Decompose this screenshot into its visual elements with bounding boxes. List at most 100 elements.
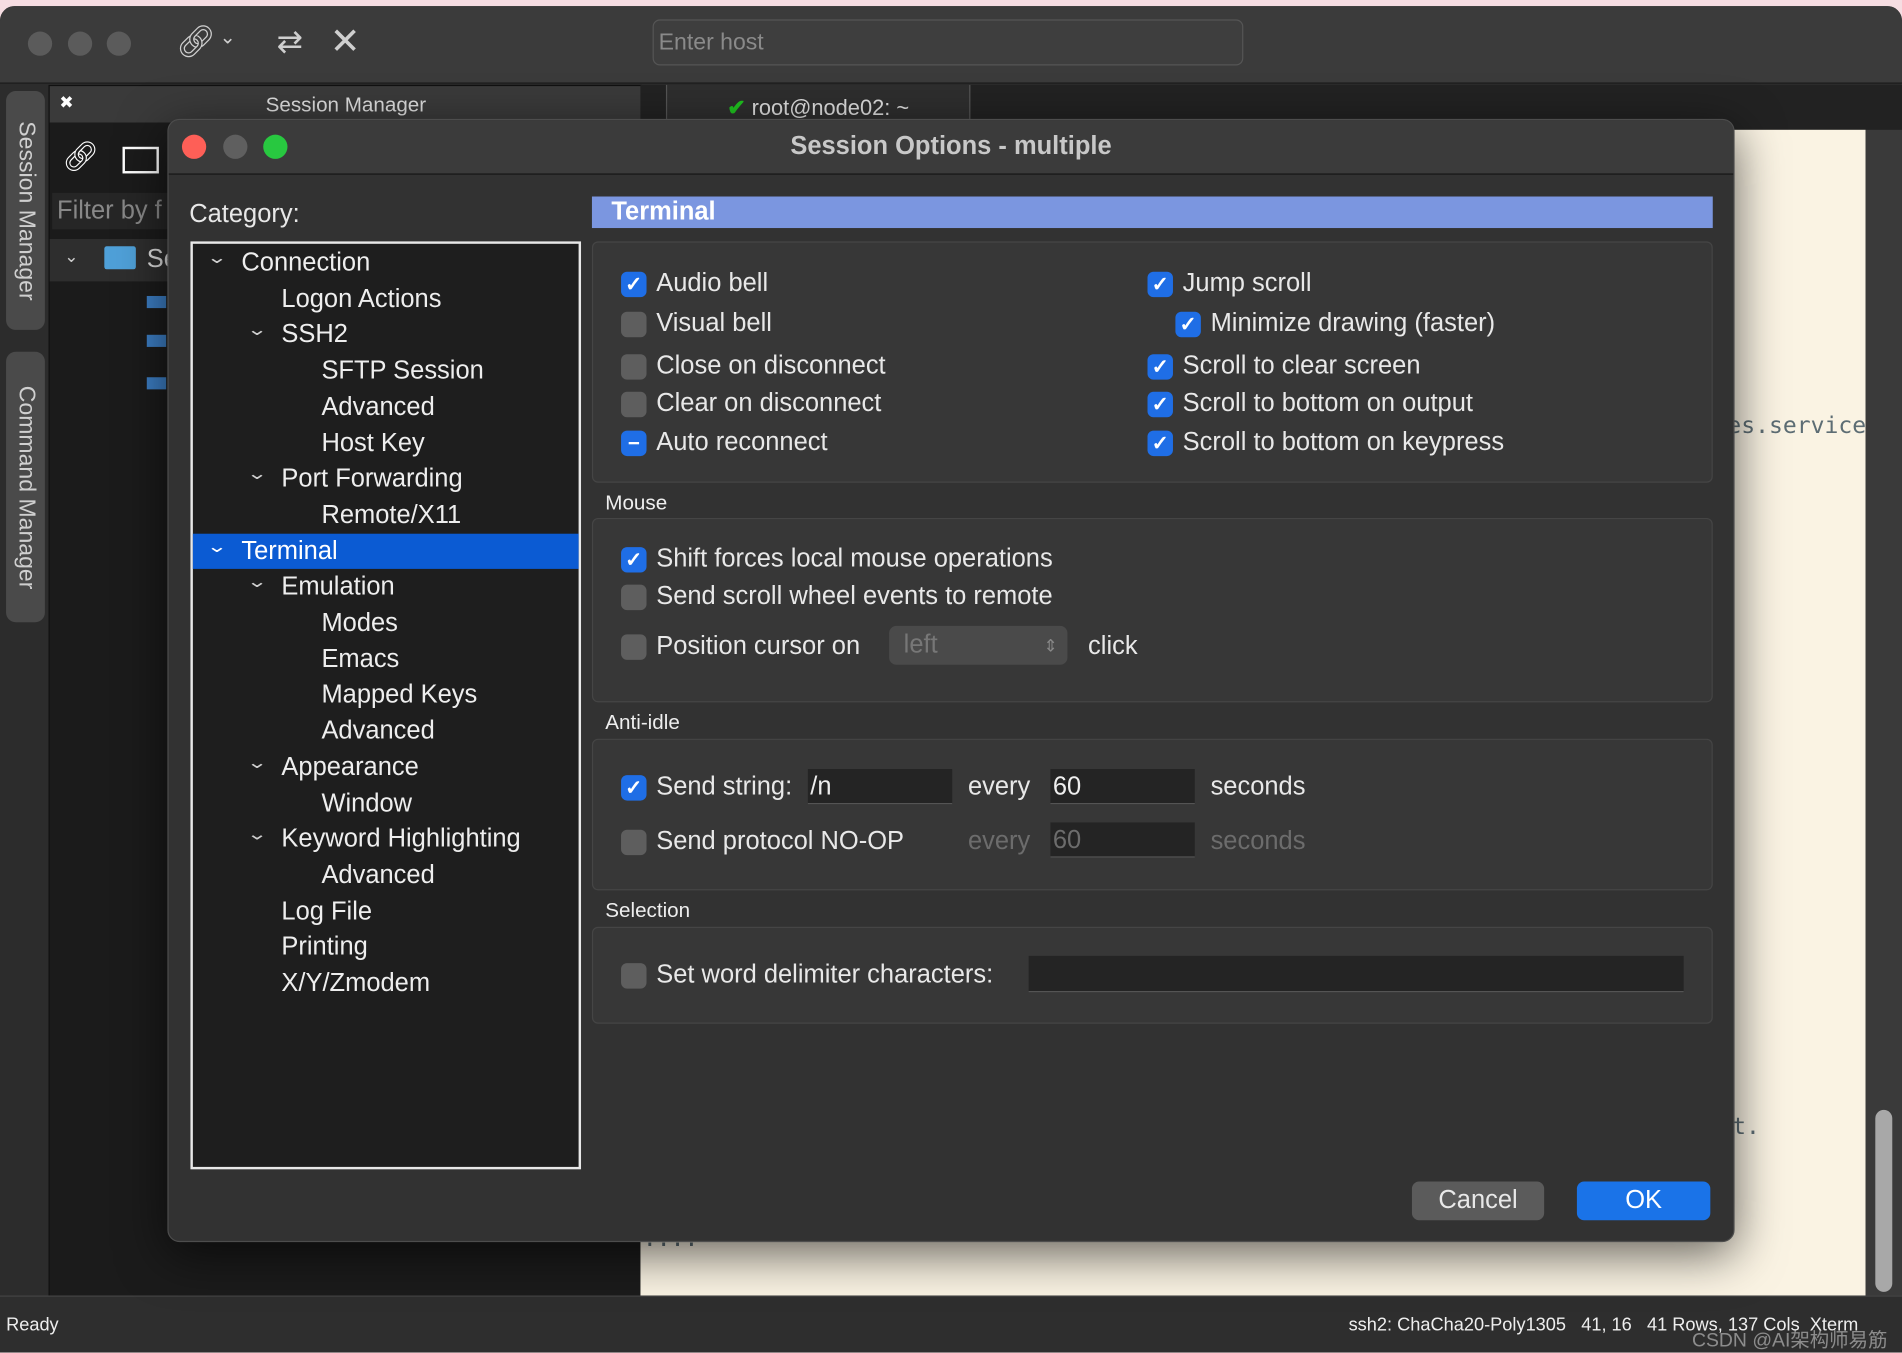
option-checkbox[interactable]: ✓: [1147, 430, 1173, 457]
option-checkbox[interactable]: [621, 354, 647, 380]
category-item[interactable]: ⌄ Keyword Highlighting: [193, 821, 579, 856]
category-item[interactable]: Remote/X11: [193, 497, 579, 532]
scrollbar-thumb[interactable]: [1875, 1109, 1893, 1292]
anti-idle-group-label: Anti-idle: [605, 710, 680, 734]
category-item[interactable]: Window: [193, 785, 579, 820]
category-tree[interactable]: ⌄ Connection Logon Actions ⌄ SSH2 SFTP Sessio…: [190, 241, 582, 1170]
position-cursor-checkbox[interactable]: [621, 634, 647, 660]
category-item-label: Mapped Keys: [321, 680, 478, 709]
dialog-zoom-button[interactable]: [263, 134, 288, 159]
option-checkbox[interactable]: ✓: [621, 271, 647, 298]
folder-icon: [104, 246, 136, 270]
minimize-light[interactable]: [67, 31, 93, 56]
terminal-tab-label: root@node02: ~: [751, 95, 910, 121]
option-checkbox[interactable]: ✓: [1147, 354, 1173, 380]
selection-group-label: Selection: [605, 898, 691, 922]
dialog-close-button[interactable]: [181, 134, 207, 159]
host-input[interactable]: Enter host: [652, 19, 1244, 66]
new-window-icon[interactable]: [122, 146, 159, 174]
dialog-title: Session Options - multiple: [790, 132, 1112, 161]
category-item[interactable]: ⌄ SSH2: [193, 317, 579, 352]
chevron-down-icon[interactable]: ⌄: [64, 246, 78, 267]
connected-check-icon: ✔: [727, 95, 746, 121]
category-label: Category:: [189, 200, 300, 229]
option-label: Audio bell: [656, 269, 769, 298]
category-item-label: Logon Actions: [281, 284, 442, 313]
option-checkbox[interactable]: ✓: [1147, 391, 1173, 418]
mouse-group-label: Mouse: [605, 491, 668, 515]
seconds-label: seconds: [1210, 772, 1306, 801]
mouse-group: ✓ Shift forces local mouse operations Se…: [591, 517, 1713, 703]
category-item[interactable]: Modes: [193, 605, 579, 640]
option-checkbox[interactable]: −: [621, 430, 647, 457]
position-cursor-select[interactable]: left ⇕: [889, 625, 1068, 665]
disconnect-x-icon[interactable]: ✕: [330, 21, 360, 63]
category-item[interactable]: Advanced: [193, 389, 579, 424]
category-item[interactable]: SFTP Session: [193, 353, 579, 388]
position-cursor-label: Position cursor on: [656, 631, 861, 660]
option-label: Scroll to bottom on keypress: [1182, 428, 1505, 457]
scroll-wheel-checkbox[interactable]: [621, 584, 647, 611]
category-item-label: Keyword Highlighting: [281, 825, 521, 853]
send-noop-label: Send protocol NO-OP: [656, 827, 905, 856]
category-item[interactable]: ⌄ Appearance: [193, 749, 579, 784]
chevron-down-icon[interactable]: ⌄: [246, 564, 267, 599]
chevron-down-icon[interactable]: ⌄: [206, 240, 227, 275]
close-light[interactable]: [27, 31, 53, 56]
send-noop-checkbox[interactable]: [621, 829, 647, 856]
session-options-dialog: Session Options - multiple Category: ⌄ Co…: [167, 118, 1735, 1243]
category-item[interactable]: Advanced: [193, 857, 579, 892]
cancel-button[interactable]: Cancel: [1411, 1181, 1545, 1221]
shift-forces-checkbox[interactable]: ✓: [621, 547, 647, 573]
chevron-down-icon[interactable]: ⌄: [246, 817, 267, 852]
category-item[interactable]: Logon Actions: [193, 281, 579, 316]
every-label-disabled: every: [967, 827, 1031, 856]
category-item[interactable]: ⌄ Emulation: [193, 569, 579, 604]
panel-title: Session Manager: [265, 93, 427, 117]
category-item-label: Emacs: [321, 644, 400, 673]
category-item-label: Printing: [281, 933, 368, 962]
category-item[interactable]: ⌄ Connection: [193, 245, 579, 280]
side-tab-command-manager[interactable]: Command Manager: [6, 351, 45, 623]
side-tab-session-manager[interactable]: Session Manager: [6, 90, 45, 330]
send-string-interval-input[interactable]: 60: [1050, 769, 1195, 805]
word-delimiter-input[interactable]: [1028, 955, 1684, 993]
terminal-scrollbar[interactable]: [1865, 129, 1902, 1297]
seconds-label-disabled: seconds: [1210, 827, 1306, 856]
category-item-label: X/Y/Zmodem: [281, 969, 431, 998]
category-item[interactable]: Mapped Keys: [193, 677, 579, 712]
send-string-checkbox[interactable]: ✓: [621, 775, 647, 801]
category-item[interactable]: ⌄ Port Forwarding: [193, 461, 579, 496]
reconnect-icon[interactable]: ⇄: [277, 23, 303, 61]
category-item-label: Modes: [321, 608, 398, 637]
connect-link-icon[interactable]: 🔗︎: [176, 23, 216, 61]
category-item[interactable]: Emacs: [193, 641, 579, 676]
dialog-title-bar: Session Options - multiple: [168, 120, 1734, 175]
dialog-minimize-button[interactable]: [223, 134, 248, 159]
category-item[interactable]: X/Y/Zmodem: [193, 966, 579, 1001]
send-string-input[interactable]: /n: [807, 769, 953, 805]
close-panel-icon[interactable]: ✖: [59, 92, 73, 113]
chevron-down-icon[interactable]: ⌄: [246, 456, 267, 491]
ok-button[interactable]: OK: [1576, 1181, 1711, 1221]
zoom-light[interactable]: [106, 31, 132, 56]
option-checkbox[interactable]: ✓: [1147, 271, 1173, 298]
category-item[interactable]: Host Key: [193, 425, 579, 460]
category-item[interactable]: Advanced: [193, 713, 579, 748]
chevron-down-icon[interactable]: ⌄: [220, 25, 236, 49]
category-item[interactable]: Printing: [193, 930, 579, 965]
option-checkbox[interactable]: [621, 391, 647, 418]
word-delimiter-checkbox[interactable]: [621, 963, 647, 989]
chevron-down-icon[interactable]: ⌄: [246, 745, 267, 780]
option-checkbox[interactable]: [621, 311, 647, 338]
link-icon[interactable]: 🔗︎: [62, 139, 99, 174]
chevron-down-icon[interactable]: ⌄: [206, 528, 227, 563]
category-item[interactable]: ⌄ Terminal: [192, 533, 579, 569]
category-item[interactable]: Log File: [193, 893, 579, 928]
updown-chevron-icon: ⇕: [1043, 635, 1058, 656]
noop-interval-input[interactable]: 60: [1050, 822, 1195, 858]
terminal-options-group: ✓ Audio bell Visual bell Close on disconnec…: [591, 241, 1713, 483]
chevron-down-icon[interactable]: ⌄: [246, 312, 267, 347]
option-checkbox[interactable]: ✓: [1175, 311, 1201, 338]
panel-header: ✖ Session Manager: [49, 86, 641, 123]
